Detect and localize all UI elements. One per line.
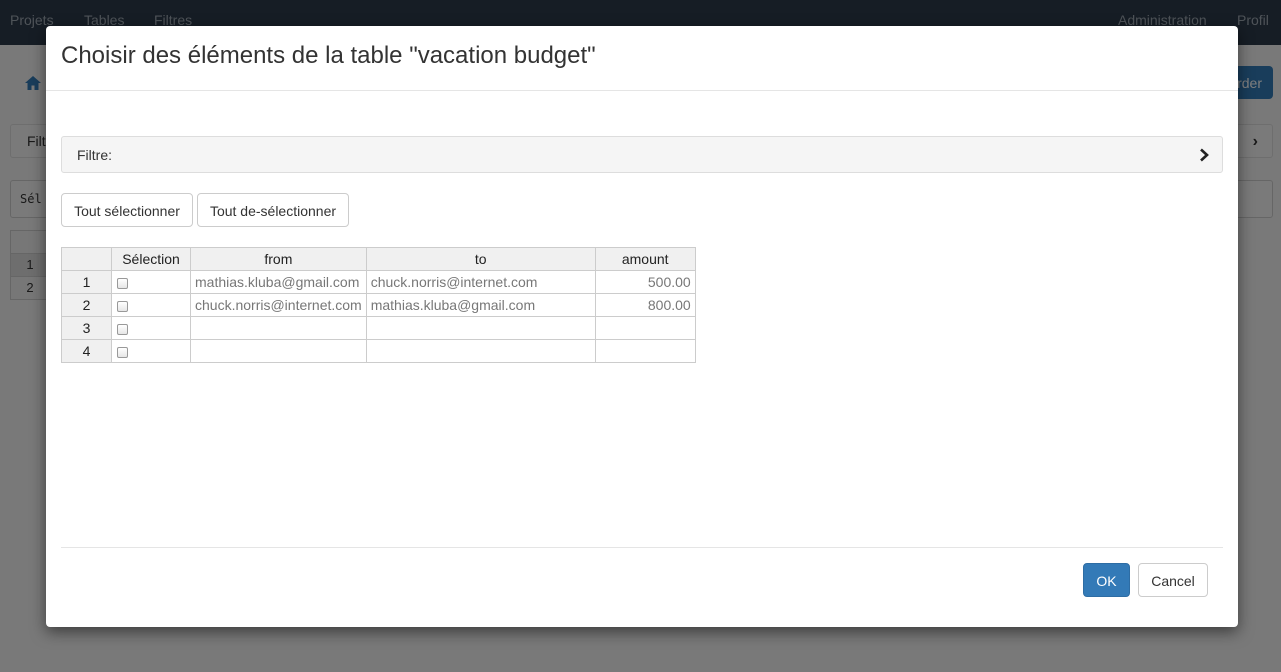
row-checkbox[interactable] <box>117 323 128 335</box>
modal-title: Choisir des éléments de la table "vacati… <box>61 42 596 69</box>
row-checkbox[interactable] <box>117 300 128 312</box>
deselect-all-button[interactable]: Tout de-sélectionner <box>197 193 349 227</box>
from-cell[interactable]: mathias.kluba@gmail.com <box>190 270 367 294</box>
chevron-right-icon[interactable] <box>1198 148 1210 162</box>
select-all-button[interactable]: Tout sélectionner <box>61 193 193 227</box>
row-number[interactable]: 3 <box>61 316 112 340</box>
row-number[interactable]: 4 <box>61 339 112 363</box>
amount-cell[interactable] <box>594 316 696 340</box>
column-header-to[interactable]: to <box>365 247 596 271</box>
table-row: 1 mathias.kluba@gmail.com chuck.norris@i… <box>61 270 696 294</box>
selection-cell <box>111 339 191 363</box>
select-items-dialog: Choisir des éléments de la table "vacati… <box>46 26 1238 627</box>
row-number[interactable]: 1 <box>61 270 112 294</box>
selection-table: Sélection from to amount 1 mathias.kluba… <box>61 247 696 363</box>
table-row: 4 <box>61 339 696 363</box>
amount-cell[interactable] <box>594 339 696 363</box>
filter-panel[interactable]: Filtre: <box>61 136 1223 173</box>
modal-footer-divider <box>61 547 1223 548</box>
table-row: 2 chuck.norris@internet.com mathias.klub… <box>61 293 696 317</box>
amount-cell[interactable]: 800.00 <box>594 293 696 317</box>
table-row: 3 <box>61 316 696 340</box>
row-number[interactable]: 2 <box>61 293 112 317</box>
amount-cell[interactable]: 500.00 <box>594 270 696 294</box>
column-header-from[interactable]: from <box>190 247 367 271</box>
filter-label: Filtre: <box>77 147 112 163</box>
row-checkbox[interactable] <box>117 346 128 358</box>
to-cell[interactable] <box>365 339 596 363</box>
corner-header <box>61 247 112 271</box>
selection-cell <box>111 316 191 340</box>
selection-cell <box>111 270 191 294</box>
table-header-row: Sélection from to amount <box>61 247 696 271</box>
modal-header: Choisir des éléments de la table "vacati… <box>46 26 1238 91</box>
column-header-selection[interactable]: Sélection <box>111 247 191 271</box>
selection-cell <box>111 293 191 317</box>
from-cell[interactable]: chuck.norris@internet.com <box>190 293 367 317</box>
to-cell[interactable]: mathias.kluba@gmail.com <box>365 293 596 317</box>
to-cell[interactable] <box>365 316 596 340</box>
row-checkbox[interactable] <box>117 277 128 289</box>
from-cell[interactable] <box>190 316 367 340</box>
cancel-button[interactable]: Cancel <box>1138 563 1208 597</box>
to-cell[interactable]: chuck.norris@internet.com <box>365 270 596 294</box>
column-header-amount[interactable]: amount <box>594 247 696 271</box>
ok-button[interactable]: OK <box>1083 563 1130 597</box>
from-cell[interactable] <box>190 339 367 363</box>
